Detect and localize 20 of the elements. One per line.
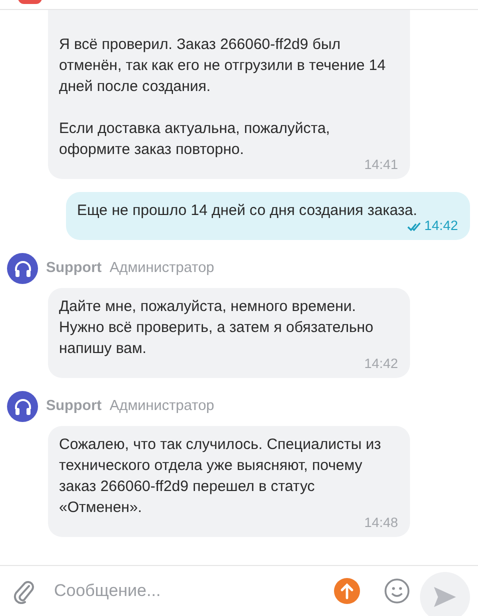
emoji-icon[interactable] xyxy=(384,578,410,604)
message-time: 14:42 xyxy=(364,356,398,372)
message-text: Если доставка актуальна, пожалуйста, оформите заказ повторно. xyxy=(59,119,331,160)
message-text: Дайте мне, пожалуйста, немного времени. Нужно всё проверить, а затем я обязательно напишу вам. xyxy=(59,297,374,358)
message-time: 14:42 xyxy=(424,218,458,234)
sender-name: Support xyxy=(46,258,102,278)
avatar-icon xyxy=(7,253,38,284)
message-text: Сожалею, что так случилось. Специалисты из технического отдела уже выясняют, почему заказ 266060-ff2d9 перешел в статус «Отменен». xyxy=(59,435,382,518)
send-button[interactable] xyxy=(420,572,470,616)
message-text: Я всё проверил. Заказ 266060-ff2d9 был отменён, так как его не отгрузили в течение 14 дней после создания. xyxy=(59,35,387,97)
message-time: 14:48 xyxy=(364,515,398,531)
send-icon xyxy=(433,586,457,608)
avatar-icon xyxy=(7,391,38,422)
sender-name: Support xyxy=(46,396,102,416)
sender-role: Администратор xyxy=(110,258,214,278)
sender-role: Администратор xyxy=(110,396,214,416)
upload-icon[interactable] xyxy=(334,578,360,604)
attach-icon[interactable] xyxy=(12,578,36,604)
message-time: 14:41 xyxy=(364,157,398,173)
message-text: Еще не прошло 14 дней со дня создания заказа. xyxy=(77,201,418,221)
